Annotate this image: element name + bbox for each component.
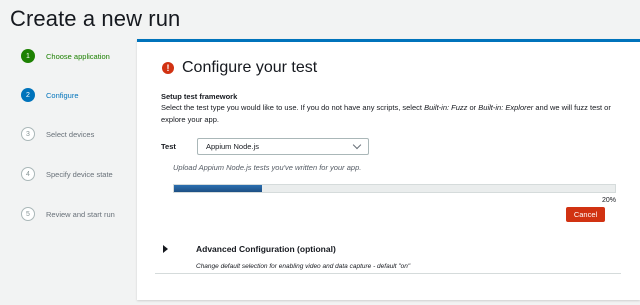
chevron-down-icon: [352, 140, 362, 150]
exclamation-circle-icon: !: [162, 62, 174, 74]
step-number: 1: [21, 49, 35, 63]
desc-fuzz: Built-in: Fuzz: [424, 103, 468, 112]
wizard-step-choose-application[interactable]: 1 Choose application: [21, 49, 110, 63]
test-label: Test: [161, 142, 176, 151]
wizard-step-configure[interactable]: 2 Configure: [21, 88, 79, 102]
advanced-configuration-title: Advanced Configuration (optional): [196, 244, 336, 254]
step-label: Review and start run: [46, 209, 115, 219]
desc-text: or: [467, 103, 479, 112]
progress-fill: [174, 185, 263, 192]
cancel-button[interactable]: Cancel: [566, 207, 605, 222]
progress-percent: 20%: [601, 197, 616, 204]
caret-right-icon: [163, 245, 168, 253]
test-select-row: Test Appium Node.js: [161, 138, 369, 155]
divider: [155, 273, 621, 274]
configure-panel: ! Configure your test Setup test framewo…: [137, 39, 640, 300]
setup-heading: Setup test framework: [161, 92, 238, 101]
wizard-step-review-and-start-run[interactable]: 5 Review and start run: [21, 207, 115, 221]
step-label: Specify device state: [46, 169, 113, 179]
desc-explorer: Built-in: Explorer: [478, 103, 534, 112]
step-label: Configure: [46, 90, 79, 100]
wizard-step-specify-device-state[interactable]: 4 Specify device state: [21, 167, 113, 181]
step-number: 5: [21, 207, 35, 221]
step-label: Select devices: [46, 129, 95, 139]
step-number: 4: [21, 167, 35, 181]
step-label: Choose application: [46, 51, 110, 61]
step-number: 3: [21, 127, 35, 141]
wizard-step-select-devices[interactable]: 3 Select devices: [21, 127, 94, 141]
setup-description: Select the test type you would like to u…: [161, 102, 621, 126]
advanced-configuration-description: Change default selection for enabling vi…: [196, 263, 411, 270]
step-number: 2: [21, 88, 35, 102]
test-type-value: Appium Node.js: [206, 142, 259, 151]
page-title: Create a new run: [10, 6, 181, 31]
test-type-select[interactable]: Appium Node.js: [197, 138, 369, 155]
upload-progress-bar: [173, 184, 616, 193]
upload-note: Upload Appium Node.js tests you've writt…: [173, 163, 362, 172]
advanced-configuration-toggle[interactable]: Advanced Configuration (optional): [163, 244, 336, 254]
panel-title: Configure your test: [182, 59, 318, 76]
desc-text: Select the test type you would like to u…: [161, 103, 425, 112]
panel-header: ! Configure your test: [162, 59, 317, 77]
